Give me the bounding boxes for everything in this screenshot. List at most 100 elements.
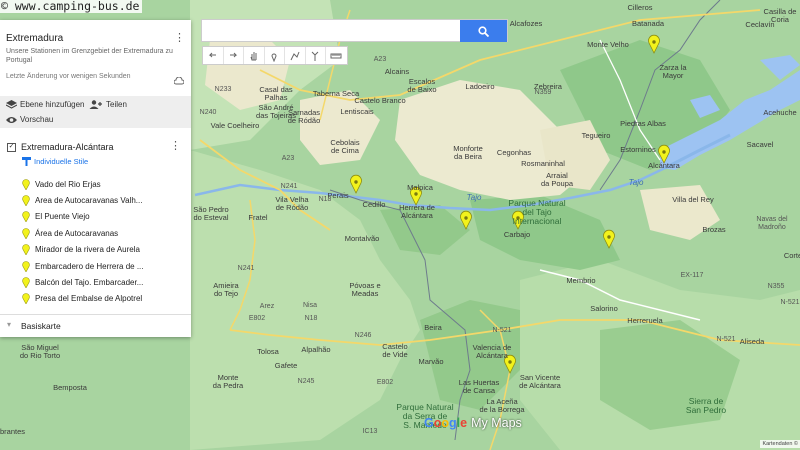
share-button[interactable]: Teilen xyxy=(89,100,127,109)
search-input[interactable] xyxy=(205,22,455,39)
place-list-item[interactable]: Area de Autocaravanas Valh... xyxy=(22,192,144,208)
place-list-item[interactable]: Área de Autocaravanas xyxy=(22,225,144,241)
place-name: Área de Autocaravanas xyxy=(35,228,119,238)
map-label: Salorino xyxy=(590,304,618,313)
preview-label: Vorschau xyxy=(20,115,54,124)
map-label: Monforte da Beira xyxy=(453,144,483,161)
map-label: São Pedro do Esteval xyxy=(193,205,229,222)
map-options-icon[interactable]: ⋮ xyxy=(174,31,185,45)
map-label: Alcains xyxy=(384,67,410,76)
place-list-item[interactable]: Embarcadero de Herrera de ... xyxy=(22,258,144,274)
logo-letter: G xyxy=(424,416,434,430)
map-label: Valencia de Alcántara xyxy=(472,343,512,360)
map-label: Alcafozes xyxy=(509,19,543,28)
map-label: Cegonhas xyxy=(496,148,532,157)
map-label: Herreruela xyxy=(627,316,663,325)
map-label: Batanada xyxy=(631,19,665,28)
pin-icon xyxy=(22,178,30,190)
layer-title[interactable]: Extremadura-Alcántara xyxy=(21,142,114,152)
ruler-icon xyxy=(330,53,342,58)
map-label: A23 xyxy=(281,155,295,162)
marker-icon xyxy=(271,53,277,62)
map-label: N359 xyxy=(534,89,552,96)
layer-options-icon[interactable]: ⋮ xyxy=(170,139,181,153)
ruler-tool[interactable] xyxy=(326,47,347,64)
map-label: Piedras Albas xyxy=(620,119,666,128)
add-layer-button[interactable]: Ebene hinzufügen xyxy=(6,100,85,109)
basemap-section[interactable]: ▾ Basiskarte xyxy=(0,314,191,337)
place-name: Presa del Embalse de Alpotrel xyxy=(35,294,143,304)
map-label: Tegueiro xyxy=(581,131,611,140)
layer-checkbox[interactable]: ✓ xyxy=(7,143,16,152)
place-list-item[interactable]: Mirador de la rivera de Aurela xyxy=(22,242,144,258)
logo-letter: g xyxy=(449,416,457,430)
map-label: Casilla de Coria xyxy=(763,7,797,24)
map-label: Cilleros xyxy=(627,3,653,12)
map-label: Cebolais de Cima xyxy=(330,138,360,155)
pin-icon xyxy=(22,195,30,207)
map-label: N18 xyxy=(304,315,318,322)
preview-button[interactable]: Vorschau xyxy=(6,115,53,124)
map-label: Estorninos xyxy=(620,145,656,154)
map-label: Malpica xyxy=(407,183,433,192)
marker-tool[interactable] xyxy=(265,47,285,64)
map-label: Tolosa xyxy=(257,347,279,356)
route-icon xyxy=(311,51,319,61)
map-label: EX-117 xyxy=(680,272,704,279)
pin-icon xyxy=(22,228,30,239)
add-person-icon xyxy=(89,100,102,109)
map-label: Corte xyxy=(783,251,800,260)
map-label: E802 xyxy=(248,315,266,322)
logo-letter: o xyxy=(441,416,450,430)
map-legend-panel: Extremadura ⋮ Unsere Stationen im Grenzg… xyxy=(0,20,191,337)
map-label: Zarza la Mayor xyxy=(659,63,687,80)
route-tool[interactable] xyxy=(306,47,326,64)
map-label: Vale Coelheiro xyxy=(210,121,260,130)
line-tool[interactable] xyxy=(285,47,306,64)
map-label: Marvão xyxy=(418,357,444,366)
map-label: Monte Velho xyxy=(587,40,629,49)
place-list-item[interactable]: El Puente Viejo xyxy=(22,209,144,225)
map-title[interactable]: Extremadura xyxy=(6,33,63,44)
map-label: N-521 xyxy=(492,327,512,334)
search-icon xyxy=(478,25,489,37)
map-label: Escalos de Baixo xyxy=(407,77,437,94)
map-label: Aliseda xyxy=(739,337,765,346)
map-label: Castelo de Vide xyxy=(382,342,408,359)
individual-styles-link[interactable]: Individuelle Stile xyxy=(22,157,88,166)
hand-tool[interactable] xyxy=(244,47,265,64)
map-description[interactable]: Unsere Stationen im Grenzgebiet der Extr… xyxy=(6,47,176,65)
eye-icon xyxy=(6,116,17,123)
google-my-maps-logo: Google My Maps xyxy=(424,416,522,430)
map-label: Navas del Madroño xyxy=(756,216,788,231)
map-label: Bemposta xyxy=(53,383,87,392)
pin-icon xyxy=(22,244,30,256)
map-label: Tajo xyxy=(466,193,482,202)
search-button[interactable] xyxy=(460,20,507,42)
map-label: Fratel xyxy=(248,213,268,222)
logo-letter: e xyxy=(460,416,468,430)
my-maps-text: My Maps xyxy=(471,416,522,430)
undo-icon xyxy=(208,52,216,57)
redo-tool[interactable] xyxy=(224,47,244,64)
map-label: Sierra de San Pedro xyxy=(685,396,727,415)
place-name: Embarcadero de Herrera de ... xyxy=(35,261,144,271)
chevron-down-icon[interactable]: ▾ xyxy=(7,320,11,329)
place-list: Vado del Rio Erjas Area de Autocaravanas … xyxy=(22,176,144,307)
map-label: Carbajo xyxy=(503,230,531,239)
map-label: N355 xyxy=(767,283,785,290)
place-list-item[interactable]: Balcón del Tajo. Embarcader... xyxy=(22,274,144,290)
map-label: Sacavel xyxy=(746,140,774,149)
pin-icon xyxy=(22,260,30,272)
place-list-item[interactable]: Vado del Rio Erjas xyxy=(22,176,144,192)
place-list-item[interactable]: Presa del Embalse de Alpotrel xyxy=(22,291,144,307)
map-label: Arez xyxy=(259,303,275,310)
basemap-label: Basiskarte xyxy=(21,321,61,331)
undo-tool[interactable] xyxy=(203,47,224,64)
map-credit[interactable]: Kartendaten © xyxy=(760,440,800,448)
map-label: N246 xyxy=(354,332,372,339)
map-label: Montalvão xyxy=(344,234,380,243)
pin-icon xyxy=(22,277,30,289)
map-label: Villa del Rey xyxy=(672,195,714,204)
map-toolbar xyxy=(201,19,508,65)
